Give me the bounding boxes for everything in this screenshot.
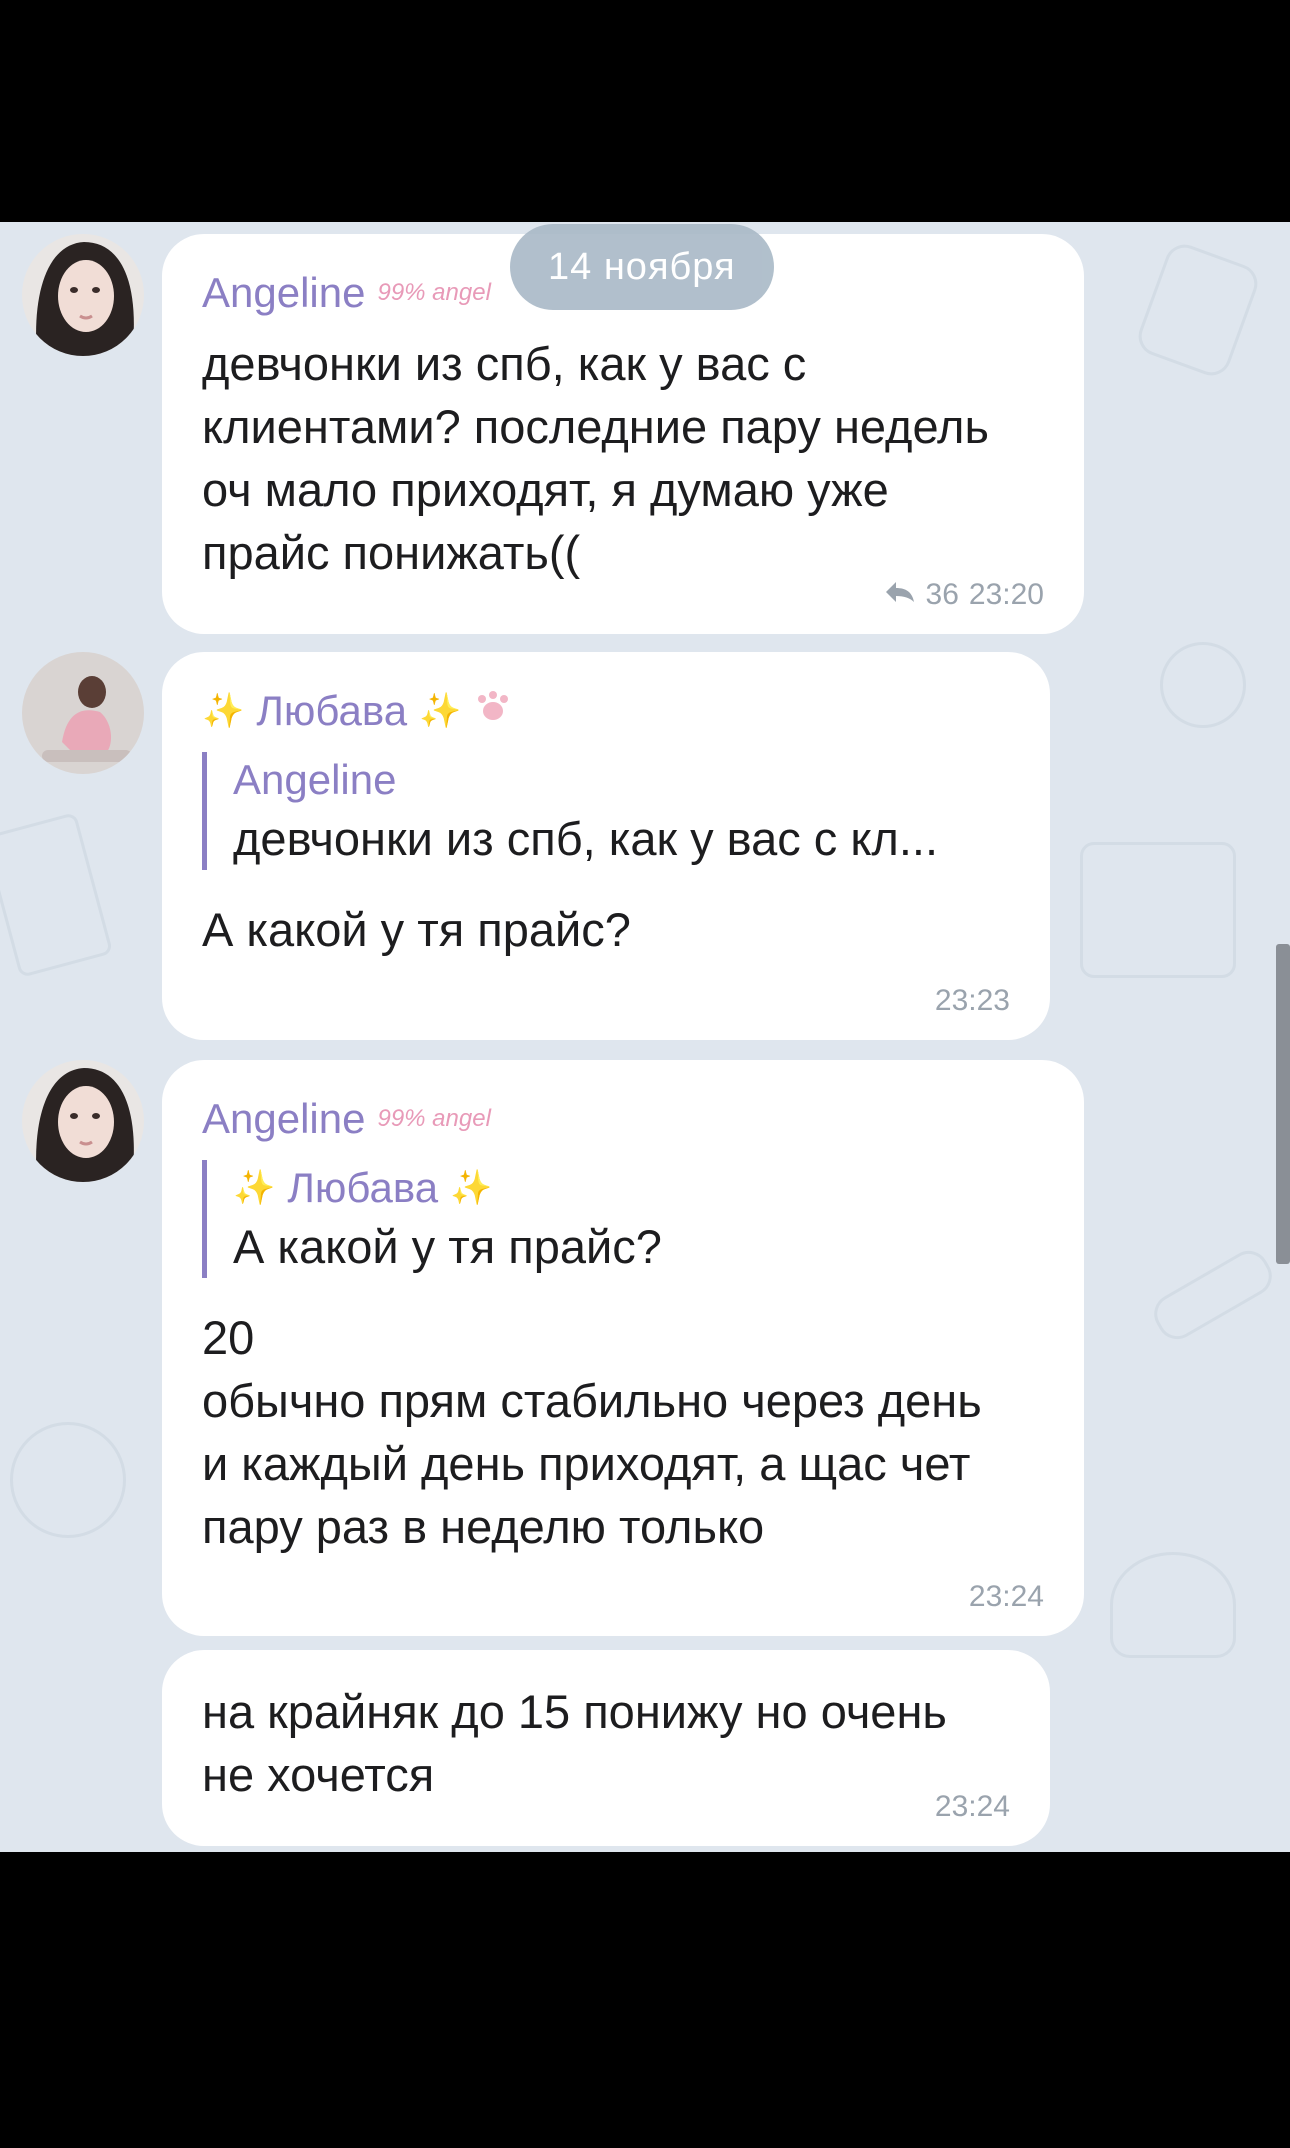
quote-sender-label: Любава: [287, 1164, 439, 1211]
message-meta: 23:24: [969, 1580, 1044, 1614]
sender-label: Angeline: [202, 269, 366, 316]
message-meta: 23:23: [935, 984, 1010, 1018]
sender-name[interactable]: ✨ Любава ✨: [202, 682, 1010, 740]
message-text: 20 обычно прям стабильно через день и ка…: [202, 1311, 982, 1553]
message-text: на крайняк до 15 понижу но очень не хоче…: [202, 1685, 947, 1801]
sender-name[interactable]: Angeline 99% angel: [202, 1090, 1044, 1148]
angel-badge: 99% angel: [377, 279, 491, 306]
quote-sender: Angeline: [233, 756, 397, 803]
quote-sender: ✨ Любава ✨: [233, 1160, 1044, 1216]
message-time: 23:24: [968, 1580, 1044, 1613]
message-bubble[interactable]: Angeline 99% angel ✨ Любава ✨ А какой у …: [162, 1060, 1084, 1636]
message-meta: 23:24: [935, 1790, 1010, 1824]
message-time: 23:24: [934, 1790, 1010, 1823]
sparkle-icon: ✨: [202, 692, 245, 730]
sparkle-icon: ✨: [450, 1169, 493, 1207]
message-text: А какой у тя прайс?: [202, 903, 631, 956]
wallpaper-doodle: [1160, 642, 1246, 728]
avatar-angeline[interactable]: [22, 1060, 144, 1182]
message-meta: 36 23:20: [884, 578, 1044, 612]
quote-text: девчонки из спб, как у вас с кл...: [233, 812, 939, 865]
chat-area[interactable]: Angeline 99% angel девчонки из спб, как …: [0, 222, 1290, 1852]
message-time: 23:20: [968, 578, 1044, 611]
date-pill: 14 ноября: [510, 224, 774, 310]
avatar-angeline[interactable]: [22, 234, 144, 356]
message-text: девчонки из спб, как у вас с клиентами? …: [202, 337, 989, 579]
scrollbar[interactable]: [1276, 944, 1290, 1264]
cat-paw-icon: [473, 687, 513, 735]
reply-quote[interactable]: Angeline девчонки из спб, как у вас с кл…: [202, 752, 1010, 870]
angel-badge: 99% angel: [377, 1105, 491, 1132]
wallpaper-doodle: [1146, 1243, 1280, 1347]
wallpaper-doodle: [1133, 239, 1263, 381]
message-bubble[interactable]: ✨ Любава ✨ Angeline девчонки из спб, как…: [162, 652, 1050, 1040]
quote-text: А какой у тя прайс?: [233, 1220, 662, 1273]
message-time: 23:23: [934, 984, 1010, 1017]
avatar-lyubava[interactable]: [22, 652, 144, 774]
reply-quote[interactable]: ✨ Любава ✨ А какой у тя прайс?: [202, 1160, 1044, 1278]
wallpaper-doodle: [1080, 842, 1236, 978]
sparkle-icon: ✨: [419, 692, 462, 730]
wallpaper-doodle: [10, 1422, 126, 1538]
sender-label: Любава: [256, 687, 408, 734]
sparkle-icon: ✨: [233, 1169, 276, 1207]
wallpaper-doodle: [0, 812, 114, 978]
sender-label: Angeline: [202, 1095, 366, 1142]
wallpaper-doodle: [1110, 1552, 1236, 1658]
replies-count: 36: [925, 578, 959, 611]
message-bubble[interactable]: на крайняк до 15 понижу но очень не хоче…: [162, 1650, 1050, 1846]
reply-arrow-icon: [884, 578, 916, 612]
